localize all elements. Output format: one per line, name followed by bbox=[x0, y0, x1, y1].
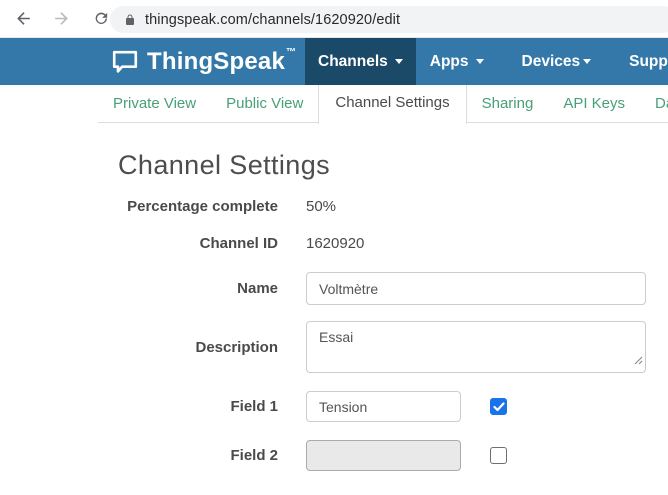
tab-data-import-export[interactable]: Data Import / Export bbox=[640, 86, 668, 122]
field1-checkbox[interactable] bbox=[490, 398, 507, 415]
tab-channel-settings[interactable]: Channel Settings bbox=[318, 85, 466, 124]
brand-name: ThingSpeak bbox=[147, 48, 285, 76]
trademark-symbol: ™ bbox=[286, 47, 296, 58]
nav-item-channels[interactable]: Channels bbox=[305, 38, 416, 85]
thingspeak-logo[interactable]: ThingSpeak ™ bbox=[110, 38, 296, 85]
forward-arrow-icon bbox=[52, 9, 71, 28]
chevron-down-icon bbox=[395, 59, 403, 64]
refresh-icon bbox=[93, 10, 110, 27]
field1-row: Field 1 bbox=[0, 391, 668, 422]
field1-label: Field 1 bbox=[98, 398, 278, 415]
tab-api-keys[interactable]: API Keys bbox=[548, 86, 640, 122]
nav-item-devices[interactable]: Devices bbox=[508, 38, 606, 85]
description-row: Description Essai bbox=[0, 321, 668, 373]
channel-id-row: Channel ID 1620920 bbox=[0, 235, 668, 252]
name-input[interactable] bbox=[306, 272, 646, 305]
screen: thingspeak.com/channels/1620920/edit Thi… bbox=[0, 0, 668, 495]
forward-button[interactable] bbox=[46, 4, 76, 34]
field1-input[interactable] bbox=[306, 391, 461, 422]
tab-private-view[interactable]: Private View bbox=[98, 86, 211, 122]
field2-label: Field 2 bbox=[98, 447, 278, 464]
tab-public-view[interactable]: Public View bbox=[211, 86, 318, 122]
percentage-complete-row: Percentage complete 50% bbox=[0, 198, 668, 215]
page-title: Channel Settings bbox=[118, 148, 668, 182]
navbar-menu: Channels Apps Devices Support bbox=[305, 38, 668, 85]
thingspeak-navbar: ThingSpeak ™ Channels Apps Devices Suppo… bbox=[0, 38, 668, 85]
channel-id-value: 1620920 bbox=[306, 235, 364, 252]
description-input[interactable]: Essai bbox=[306, 321, 646, 373]
field2-checkbox[interactable] bbox=[490, 447, 507, 464]
channel-id-label: Channel ID bbox=[98, 235, 278, 252]
nav-item-apps[interactable]: Apps bbox=[416, 38, 498, 85]
field2-input[interactable] bbox=[306, 440, 461, 471]
back-arrow-icon bbox=[14, 9, 33, 28]
percentage-complete-label: Percentage complete bbox=[98, 198, 278, 215]
name-label: Name bbox=[98, 280, 278, 297]
browser-toolbar: thingspeak.com/channels/1620920/edit bbox=[0, 0, 668, 38]
channel-settings-panel: Channel Settings Percentage complete 50%… bbox=[0, 121, 668, 471]
name-row: Name bbox=[0, 272, 668, 305]
speech-bubble-icon bbox=[110, 48, 140, 75]
channel-settings-form: Percentage complete 50% Channel ID 16209… bbox=[0, 198, 668, 471]
address-bar[interactable]: thingspeak.com/channels/1620920/edit bbox=[110, 6, 668, 33]
url-text: thingspeak.com/channels/1620920/edit bbox=[145, 12, 400, 28]
field2-row: Field 2 bbox=[0, 440, 668, 471]
channel-tabs: Private View Public View Channel Setting… bbox=[98, 85, 668, 123]
nav-item-support[interactable]: Support bbox=[615, 38, 668, 85]
description-label: Description bbox=[98, 339, 278, 356]
chevron-down-icon bbox=[583, 59, 591, 64]
lock-icon bbox=[124, 13, 136, 27]
back-button[interactable] bbox=[8, 4, 38, 34]
chevron-down-icon bbox=[476, 59, 484, 64]
tab-sharing[interactable]: Sharing bbox=[467, 86, 549, 122]
percentage-complete-value: 50% bbox=[306, 198, 336, 215]
